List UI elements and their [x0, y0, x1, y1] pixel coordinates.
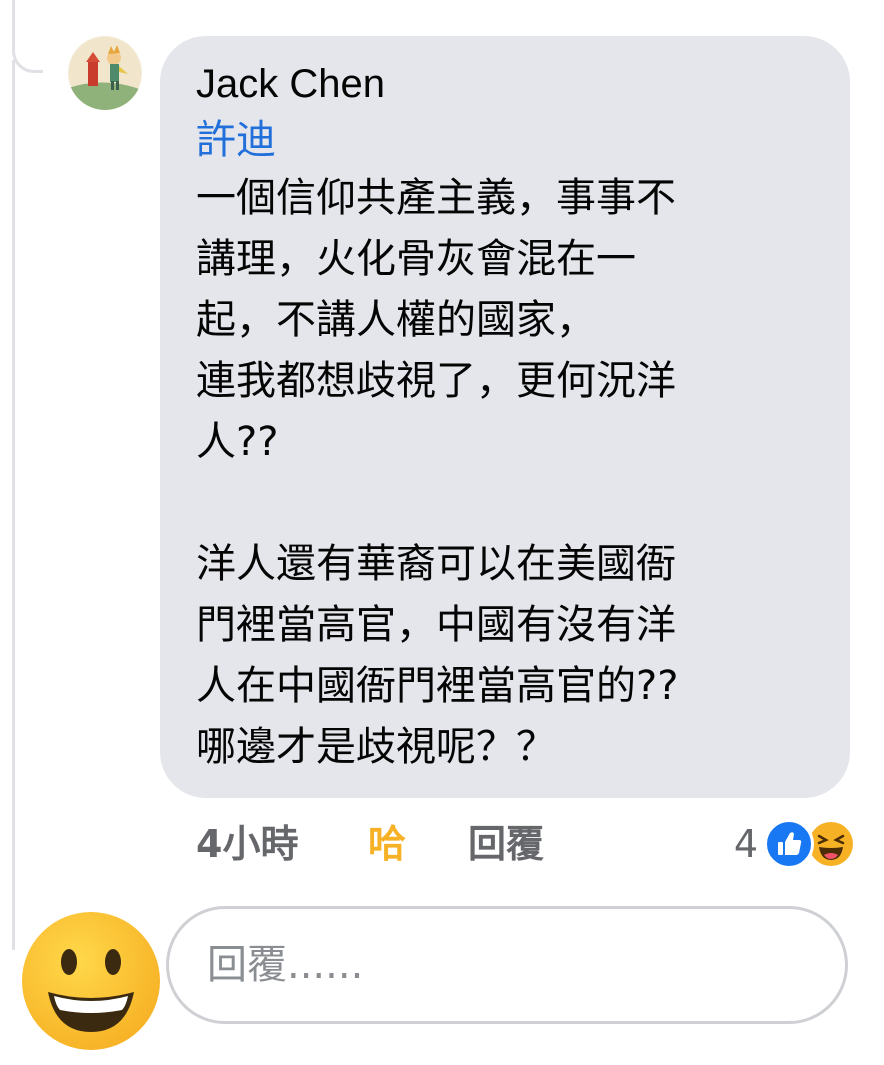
reply-input-container[interactable] [166, 906, 848, 1024]
laughing-face-icon [809, 822, 853, 866]
avatar[interactable] [68, 36, 142, 110]
comment-text-line: 連我都想歧視了，更何況洋 [196, 358, 676, 404]
paragraph-break [196, 473, 814, 534]
comment-text-line: 一個信仰共產主義，事事不 [196, 175, 676, 221]
mentioned-user-link[interactable]: 許迪 [196, 112, 814, 168]
comment-thread: Jack Chen 許迪 一個信仰共產主義，事事不 講理，火化骨灰會混在一 起，… [0, 0, 884, 1065]
comment-timestamp[interactable]: 4小時 [196, 818, 298, 870]
thread-connector-line [12, 0, 43, 73]
reply-input[interactable] [205, 941, 809, 989]
current-user-avatar[interactable] [22, 912, 160, 1050]
comment-bubble: Jack Chen 許迪 一個信仰共產主義，事事不 講理，火化骨灰會混在一 起，… [160, 36, 850, 798]
reaction-count: 4 [733, 822, 758, 866]
reactions-summary[interactable]: 4 [734, 818, 856, 870]
little-prince-avatar-icon [68, 36, 142, 110]
comment-text-line: 人?? [196, 419, 279, 465]
smiling-face-icon [22, 912, 160, 1050]
comment-text-line: 講理，火化骨灰會混在一 [196, 236, 636, 282]
thread-vertical-line [12, 60, 15, 950]
like-icon [764, 819, 814, 869]
reaction-button[interactable]: 哈 [368, 818, 406, 870]
comment-text-line: 洋人還有華裔可以在美國衙 [196, 541, 676, 587]
comment-text-line: 人在中國衙門裡當高官的?? [196, 663, 679, 709]
comment-text-line: 哪邊才是歧視呢？？ [196, 724, 556, 770]
comment-author[interactable]: Jack Chen [196, 60, 814, 108]
thumbs-up-icon [778, 832, 802, 855]
comment-actions: 4小時 哈 回覆 4 [196, 818, 856, 870]
reply-button[interactable]: 回覆 [468, 818, 544, 870]
comment-text-line: 起，不講人權的國家， [196, 297, 596, 343]
comment-text-line: 門裡當高官，中國有沒有洋 [196, 602, 676, 648]
